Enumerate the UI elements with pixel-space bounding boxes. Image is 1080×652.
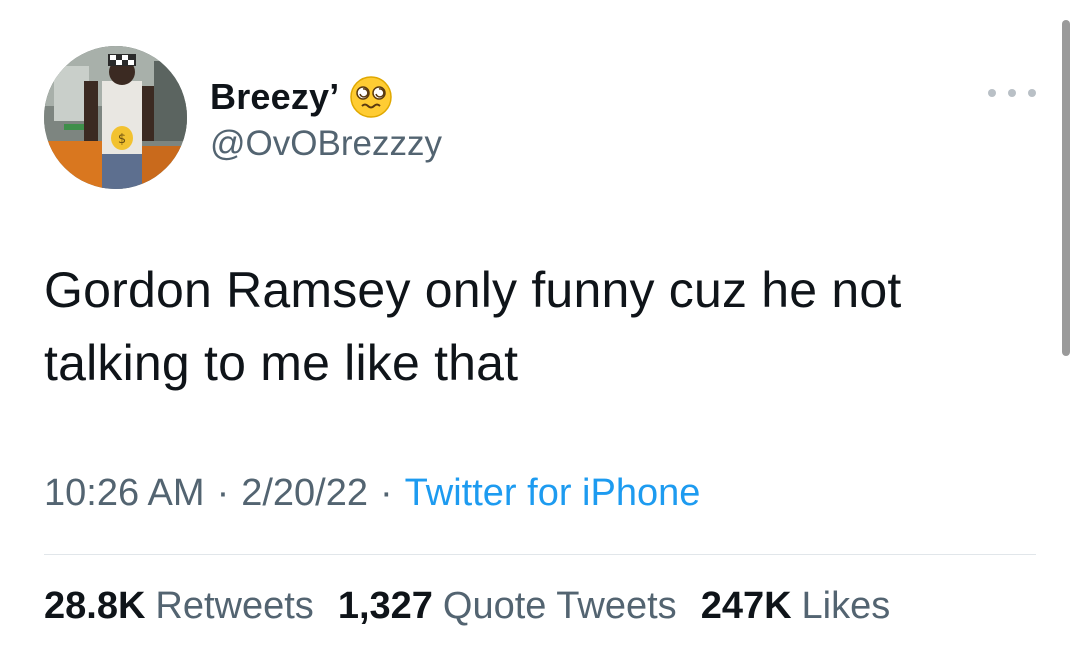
tweet-text-line: talking to me like that [44, 335, 519, 391]
tweet-date[interactable]: 2/20/22 [241, 472, 368, 514]
scrollbar[interactable] [1062, 20, 1070, 356]
tweet-source-link[interactable]: Twitter for iPhone [405, 472, 701, 514]
likes-count: 247K [700, 585, 792, 627]
meta-separator: · [380, 472, 393, 514]
tweet-text: Gordon Ramsey only funny cuz he not talk… [44, 254, 1044, 400]
tweet-meta: 10:26 AM · 2/20/22 · Twitter for iPhone [44, 472, 700, 515]
tweet-text-line: Gordon Ramsey only funny cuz he not [44, 262, 902, 318]
tweet-stats: 28.8K Retweets 1,327 Quote Tweets 247K Like… [44, 585, 914, 628]
tweet-time[interactable]: 10:26 AM [44, 472, 205, 514]
retweets-count: 28.8K [44, 585, 146, 627]
avatar-image: $ [44, 46, 187, 189]
handle[interactable]: @OvOBrezzzy [210, 124, 442, 164]
divider [44, 554, 1036, 555]
more-dot [1008, 89, 1016, 97]
likes-label: Likes [801, 585, 891, 627]
more-dot [1028, 89, 1036, 97]
retweets-label: Retweets [155, 585, 314, 627]
more-dot [988, 89, 996, 97]
author-name-row: Breezy’ [210, 72, 393, 122]
retweets-stat[interactable]: 28.8K Retweets [44, 585, 314, 628]
display-name[interactable]: Breezy’ [210, 76, 339, 118]
avatar[interactable]: $ [44, 46, 187, 189]
quote-tweets-count: 1,327 [337, 585, 433, 627]
svg-text:$: $ [118, 132, 126, 147]
likes-stat[interactable]: 247K Likes [701, 585, 891, 628]
more-options-icon[interactable] [988, 80, 1036, 106]
dizzy-face-icon [349, 75, 393, 119]
quote-tweets-stat[interactable]: 1,327 Quote Tweets [338, 585, 677, 628]
tweet-card: $ Breezy’ @OvOBrezzzy Gordon Ramsey only… [0, 0, 1080, 652]
meta-separator: · [216, 472, 230, 514]
quote-tweets-label: Quote Tweets [442, 585, 677, 627]
